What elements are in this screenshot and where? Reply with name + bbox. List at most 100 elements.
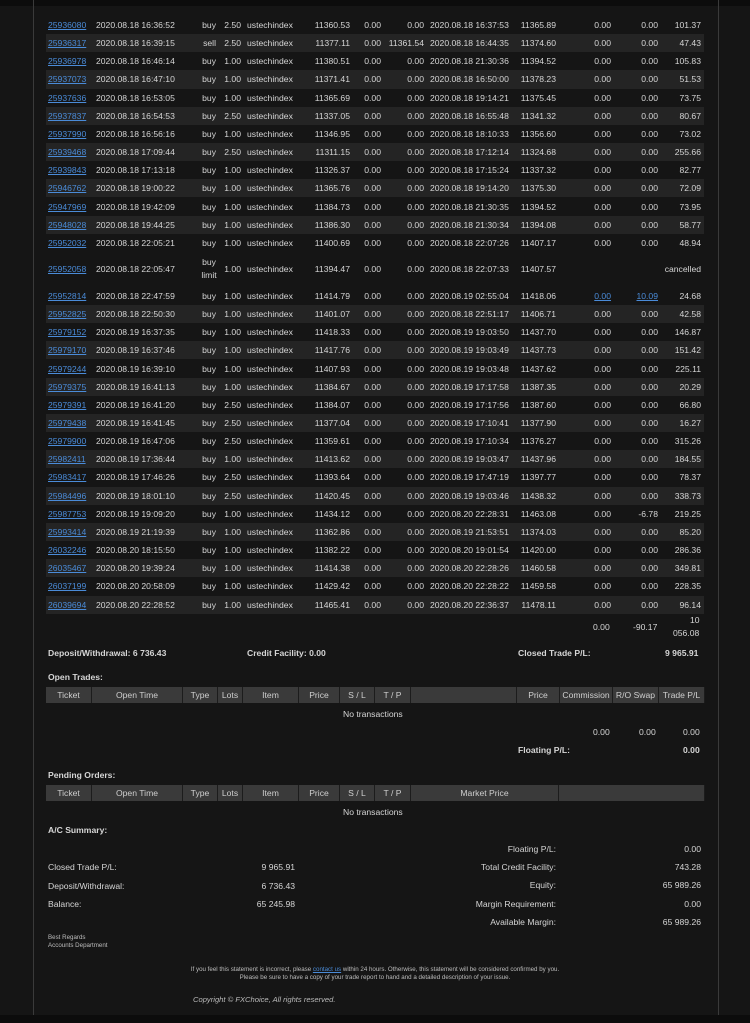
- cell-ticket[interactable]: 26039694: [48, 600, 86, 610]
- cell-swap: 0.00: [641, 56, 658, 67]
- cell-swap: 0.00: [641, 399, 658, 410]
- cell-ticket[interactable]: 25952814: [48, 291, 86, 301]
- cell-ticket[interactable]: 25937636: [48, 93, 86, 103]
- cell-close-time: 2020.08.18 21:30:36: [430, 56, 509, 67]
- cell-close-time: 2020.08.19 19:03:48: [430, 363, 509, 374]
- cell-commission: 0.00: [594, 201, 611, 212]
- cell-commission[interactable]: 0.00: [566, 291, 611, 301]
- cell-commission: 0.00: [594, 599, 611, 610]
- cell-lots: 1.00: [224, 237, 241, 248]
- pending-orders-header: Ticket Open Time Type Lots Item Price S / L T /…: [46, 785, 705, 801]
- cell-open-time: 2020.08.18 16:46:14: [96, 56, 175, 67]
- cell-ticket[interactable]: 25937837: [48, 111, 86, 121]
- cell-ticket[interactable]: 25987753: [48, 509, 86, 519]
- cell-ticket[interactable]: 25936978: [48, 56, 86, 66]
- cell-commission: 0.00: [594, 418, 611, 429]
- cell-swap: 0.00: [641, 490, 658, 501]
- cell-ticket[interactable]: 25993414: [48, 527, 86, 537]
- cell-sl: 0.00: [364, 327, 381, 338]
- cell-lots: 1.00: [224, 526, 241, 537]
- cell-ticket[interactable]: 26037199: [48, 581, 86, 591]
- cell-open-time: 2020.08.18 16:47:10: [96, 74, 175, 85]
- cell-close-time: 2020.08.18 19:14:20: [430, 183, 509, 194]
- cell-ticket[interactable]: 25983417: [48, 472, 86, 482]
- cell-pl: 48.94: [679, 237, 701, 248]
- cell-ticket[interactable]: 25936080: [48, 20, 86, 30]
- cell-item: ustechindex: [247, 472, 293, 483]
- cell-price: 11311.15: [315, 147, 350, 158]
- cell-tp: 0.00: [407, 563, 424, 574]
- cell-ticket[interactable]: 25952058: [48, 264, 86, 274]
- cell-close-price: 11437.70: [520, 327, 556, 338]
- cell-ticket[interactable]: 25952825: [48, 309, 86, 319]
- cell-ticket[interactable]: 25939468: [48, 147, 86, 157]
- ac-left-label: Deposit/Withdrawal:: [48, 880, 125, 891]
- cell-open-time: 2020.08.19 16:37:35: [96, 327, 175, 338]
- cell-ticket[interactable]: 25937073: [48, 74, 86, 84]
- cell-close-time: 2020.08.20 22:36:37: [430, 599, 509, 610]
- cell-commission: 0.00: [594, 454, 611, 465]
- ac-left-label: Closed Trade P/L:: [48, 862, 117, 872]
- cell-ticket[interactable]: 25979391: [48, 400, 86, 410]
- cell-item: ustechindex: [247, 599, 293, 610]
- cell-ticket[interactable]: 25979152: [48, 327, 86, 337]
- cell-ticket[interactable]: 25982411: [48, 454, 86, 464]
- cell-ticket[interactable]: 25979170: [48, 345, 86, 355]
- cell-commission: 0.00: [594, 128, 611, 139]
- cell-pl: 58.77: [679, 219, 701, 230]
- cell-ticket[interactable]: 25946762: [48, 183, 86, 193]
- cell-swap: 0.00: [641, 418, 658, 429]
- cell-ticket[interactable]: 25979375: [48, 382, 86, 392]
- cell-price: 11393.64: [314, 472, 350, 483]
- cell-type: buy: [202, 345, 216, 356]
- cell-lots: 1.00: [224, 264, 241, 275]
- cell-sl: 0.00: [364, 363, 381, 374]
- cell-lots: 1.00: [224, 219, 241, 230]
- cell-item: ustechindex: [247, 74, 293, 85]
- cell-commission: 0.00: [594, 563, 611, 574]
- cell-open-time: 2020.08.19 16:47:06: [96, 436, 175, 447]
- cell-type: buy: [202, 74, 216, 85]
- cell-tp: 0.00: [407, 399, 424, 410]
- cell-swap: 0.00: [641, 526, 658, 537]
- cell-ticket[interactable]: 25984496: [48, 491, 86, 501]
- header-cell: R/O Swap: [615, 690, 656, 700]
- cell-item: ustechindex: [247, 290, 293, 301]
- ac-summary-title: A/C Summary:: [48, 825, 108, 835]
- cell-ticket[interactable]: 25939843: [48, 165, 86, 175]
- cell-ticket[interactable]: 25948028: [48, 220, 86, 230]
- cell-item: ustechindex: [247, 545, 293, 556]
- cell-price: 11401.07: [314, 309, 350, 320]
- cell-ticket[interactable]: 25936317: [48, 38, 86, 48]
- cell-sl: 0.00: [364, 290, 381, 301]
- cell-tp: 0.00: [407, 526, 424, 537]
- contact-us-link[interactable]: contact us: [313, 966, 341, 973]
- copyright: Copyright © FXChoice, All rights reserve…: [193, 995, 336, 1004]
- cell-commission: 0.00: [594, 165, 611, 176]
- cell-open-time: 2020.08.18 22:47:59: [96, 290, 175, 301]
- header-cell: Price: [528, 690, 548, 700]
- cell-commission: 0.00: [594, 74, 611, 85]
- cell-ticket[interactable]: 25952032: [48, 238, 86, 248]
- cell-commission: 0.00: [594, 472, 611, 483]
- cell-ticket[interactable]: 25979438: [48, 418, 86, 428]
- cell-lots: 1.00: [224, 508, 241, 519]
- cell-item: ustechindex: [247, 454, 293, 465]
- cell-type: buy: [202, 219, 216, 230]
- cell-swap: 0.00: [641, 381, 658, 392]
- cell-ticket[interactable]: 25979900: [48, 436, 86, 446]
- cell-open-time: 2020.08.18 22:50:30: [96, 309, 175, 320]
- cell-lots: 2.50: [224, 147, 241, 158]
- cell-swap: 0.00: [641, 92, 658, 103]
- cell-swap: -6.78: [638, 508, 658, 519]
- cell-ticket[interactable]: 25979244: [48, 364, 86, 374]
- cell-open-time: 2020.08.19 17:36:44: [96, 454, 175, 465]
- cell-tp: 0.00: [407, 381, 424, 392]
- cell-swap[interactable]: 10.09: [616, 291, 658, 301]
- header-cell: T / P: [383, 788, 402, 798]
- cell-ticket[interactable]: 26032246: [48, 545, 86, 555]
- cell-ticket[interactable]: 25937990: [48, 129, 86, 139]
- cell-ticket[interactable]: 25947969: [48, 202, 86, 212]
- cell-sl: 0.00: [364, 490, 381, 501]
- cell-ticket[interactable]: 26035467: [48, 563, 86, 573]
